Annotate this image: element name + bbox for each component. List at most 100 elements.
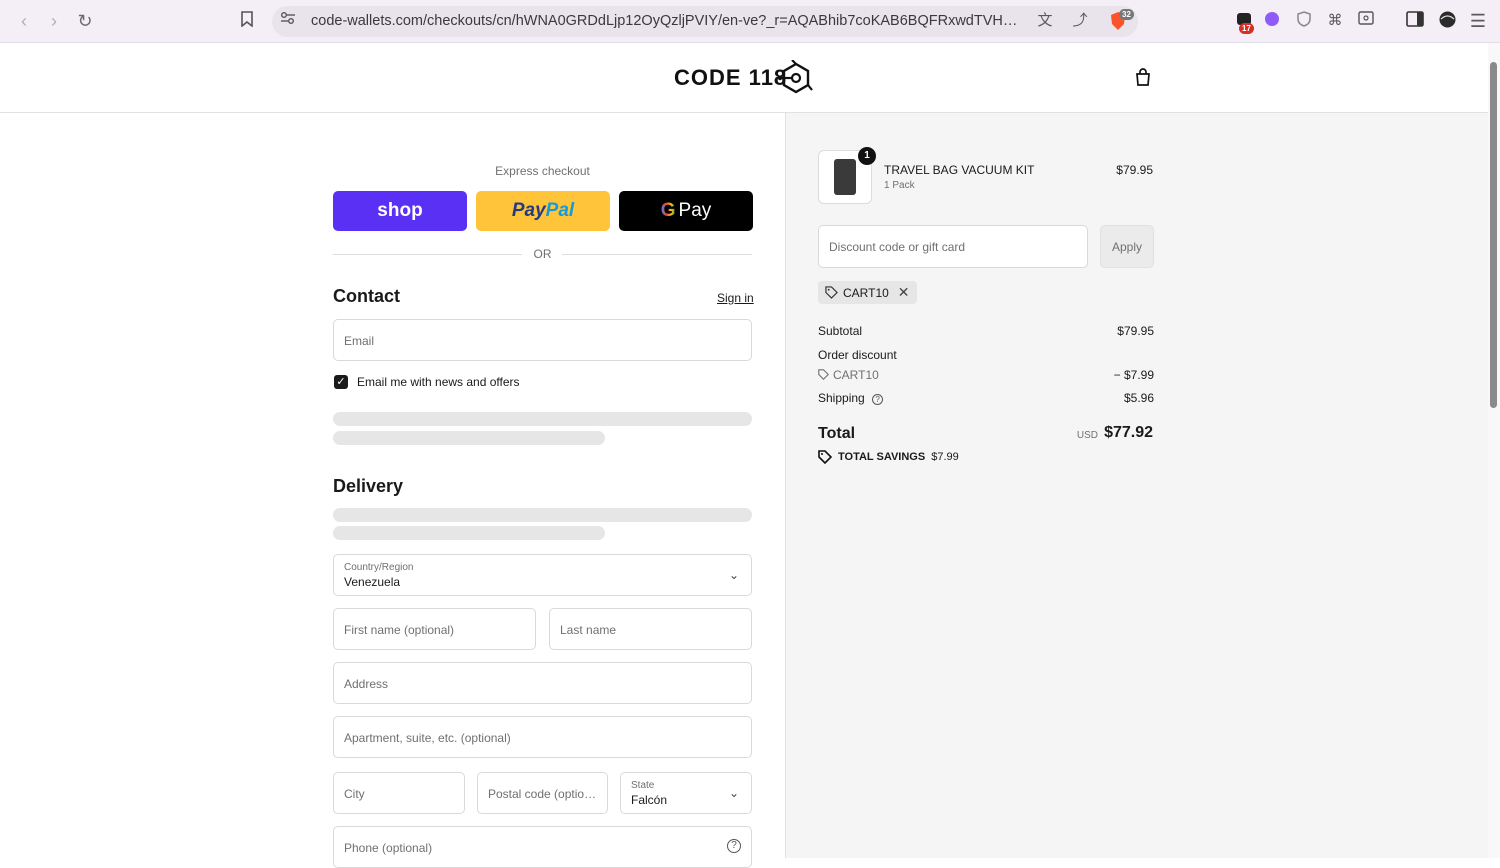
extension-badge: 17 xyxy=(1239,23,1254,34)
extensions-puzzle-icon[interactable]: ⌘ xyxy=(1325,11,1345,31)
shop-pay-label: shop xyxy=(377,200,423,221)
subtotal-value: $79.95 xyxy=(1117,324,1154,338)
shop-pay-button[interactable]: shop xyxy=(333,191,467,231)
loading-skeleton xyxy=(333,431,605,445)
google-pay-label: Pay xyxy=(678,200,712,221)
applied-code-chip: CART10 ✕ xyxy=(818,281,917,304)
newsletter-checkbox[interactable]: ✓ xyxy=(334,375,348,389)
or-divider-label: OR xyxy=(533,247,552,261)
savings-label: TOTAL SAVINGS xyxy=(838,451,926,463)
loading-skeleton xyxy=(333,508,752,522)
help-icon[interactable]: ? xyxy=(727,839,741,853)
total-savings: TOTAL SAVINGS $7.99 xyxy=(818,450,959,464)
applied-code-label: CART10 xyxy=(843,285,889,300)
share-icon[interactable]: ⤴ xyxy=(1070,11,1090,31)
site-settings-icon[interactable] xyxy=(278,11,298,31)
postal-code-field[interactable]: Postal code (optional) xyxy=(477,772,608,814)
product-variant: 1 Pack xyxy=(884,180,915,191)
last-name-placeholder: Last name xyxy=(560,623,617,637)
product-name: TRAVEL BAG VACUUM KIT xyxy=(884,163,1035,177)
brave-badge: 32 xyxy=(1119,9,1134,20)
shipping-value: $5.96 xyxy=(1123,391,1154,405)
apply-discount-button[interactable]: Apply xyxy=(1100,225,1154,268)
tag-icon xyxy=(818,369,829,380)
state-label: State xyxy=(631,780,655,791)
country-label: Country/Region xyxy=(344,562,414,573)
chevron-down-icon: ⌄ xyxy=(728,568,739,582)
tag-icon xyxy=(818,450,832,464)
bookmark-icon[interactable] xyxy=(237,11,257,31)
extension-shield-icon[interactable] xyxy=(1294,11,1314,31)
order-discount-label: Order discount xyxy=(818,348,897,362)
divider-right xyxy=(562,254,752,255)
order-summary: 1 TRAVEL BAG VACUUM KIT 1 Pack $79.95 Di… xyxy=(785,113,1488,858)
discount-value: − $7.99 xyxy=(1113,368,1154,382)
email-field[interactable]: Email xyxy=(333,319,752,361)
total-value: $77.92 xyxy=(1104,424,1153,441)
loading-skeleton xyxy=(333,526,605,540)
email-placeholder: Email xyxy=(344,334,375,348)
reload-icon[interactable]: ↻ xyxy=(75,11,95,31)
divider-left xyxy=(333,254,522,255)
country-select[interactable]: Country/Region Venezuela ⌄ xyxy=(333,554,752,596)
first-name-field[interactable]: First name (optional) xyxy=(333,608,536,650)
order-discount-row: Order discount xyxy=(818,348,1154,362)
url-text[interactable]: code-wallets.com/checkouts/cn/hWNA0GRDdL… xyxy=(311,13,1023,29)
state-select[interactable]: State Falcón ⌄ xyxy=(620,772,752,814)
google-pay-button[interactable]: G Pay xyxy=(619,191,753,231)
apartment-field[interactable]: Apartment, suite, etc. (optional) xyxy=(333,716,752,758)
phone-placeholder: Phone (optional) xyxy=(344,841,433,855)
quantity-badge: 1 xyxy=(858,147,876,165)
savings-value: $7.99 xyxy=(931,451,959,463)
discount-code-label: CART10 xyxy=(833,368,879,382)
address-field[interactable]: Address xyxy=(333,662,752,704)
subtotal-row: Subtotal $79.95 xyxy=(818,324,1154,338)
paypal-label-pal: Pal xyxy=(545,200,575,221)
contact-title: Contact xyxy=(333,286,400,306)
logo-mark-icon xyxy=(778,60,813,94)
reader-mode-icon[interactable] xyxy=(1356,11,1376,31)
discount-code-row: CART10 − $7.99 xyxy=(818,368,1154,382)
chevron-down-icon: ⌄ xyxy=(728,786,739,800)
back-icon[interactable]: ‹ xyxy=(14,11,34,31)
store-logo[interactable]: CODE 118 xyxy=(674,65,787,91)
vacuum-bag-image xyxy=(834,159,856,195)
tag-icon xyxy=(825,286,838,299)
profile-avatar-icon[interactable] xyxy=(1437,11,1457,31)
checkout-form: Express checkout shop Pay Pal G Pay OR Con… xyxy=(0,113,785,868)
help-icon[interactable]: ? xyxy=(872,394,884,405)
delivery-title: Delivery xyxy=(333,476,404,496)
last-name-field[interactable]: Last name xyxy=(549,608,752,650)
shipping-row: Shipping ? $5.96 xyxy=(818,391,1154,405)
translate-icon[interactable]: 文 xyxy=(1035,11,1055,31)
express-checkout-label: Express checkout xyxy=(495,164,590,178)
forward-icon[interactable]: › xyxy=(44,11,64,31)
extension-purple-icon[interactable] xyxy=(1262,11,1282,31)
city-field[interactable]: City xyxy=(333,772,465,814)
apply-label: Apply xyxy=(1111,239,1143,254)
sidebar-toggle-icon[interactable] xyxy=(1405,11,1425,31)
remove-code-icon[interactable]: ✕ xyxy=(898,284,910,301)
apartment-placeholder: Apartment, suite, etc. (optional) xyxy=(344,731,511,745)
scrollbar-thumb[interactable] xyxy=(1490,62,1497,408)
product-price: $79.95 xyxy=(1116,163,1153,177)
country-value: Venezuela xyxy=(344,575,401,589)
discount-code-input[interactable]: Discount code or gift card xyxy=(818,225,1088,268)
sign-in-link[interactable]: Sign in xyxy=(717,291,754,305)
cart-bag-icon[interactable] xyxy=(1133,67,1153,87)
loading-skeleton xyxy=(333,412,752,426)
google-g-icon: G xyxy=(660,200,676,221)
state-value: Falcón xyxy=(631,793,668,807)
first-name-placeholder: First name (optional) xyxy=(344,623,455,637)
discount-placeholder: Discount code or gift card xyxy=(829,240,966,254)
browser-toolbar: ‹ › ↻ code-wallets.com/checkouts/cn/hWNA… xyxy=(0,0,1500,43)
store-header: CODE 118 xyxy=(0,43,1488,113)
newsletter-label[interactable]: Email me with news and offers xyxy=(357,375,520,389)
subtotal-label: Subtotal xyxy=(818,324,863,338)
total-label: Total xyxy=(818,425,856,442)
menu-icon[interactable]: ☰ xyxy=(1468,11,1488,31)
phone-field[interactable]: Phone (optional) ? xyxy=(333,826,752,868)
city-placeholder: City xyxy=(344,787,365,801)
paypal-button[interactable]: Pay Pal xyxy=(476,191,610,231)
postal-code-placeholder: Postal code (optional) xyxy=(488,787,599,801)
